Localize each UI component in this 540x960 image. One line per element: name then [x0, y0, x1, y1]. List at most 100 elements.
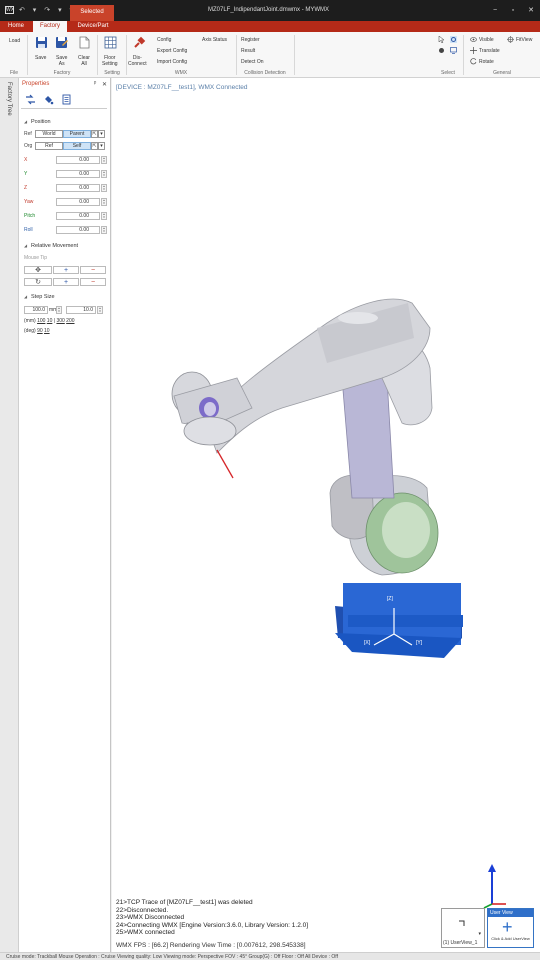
- user-view-panel[interactable]: User View + Click & Add UserView: [487, 908, 534, 948]
- maximize-button[interactable]: ▫: [506, 5, 520, 16]
- view-orientation-icon: [459, 920, 465, 926]
- context-tab-selected[interactable]: Selected: [70, 5, 114, 21]
- translate-icon: [470, 47, 477, 54]
- factory-tree-tab[interactable]: Factory Tree: [6, 82, 12, 116]
- translate-button[interactable]: Translate: [479, 48, 500, 54]
- clear-all-button[interactable]: Clear All: [78, 55, 90, 67]
- pointer-icon[interactable]: [438, 36, 445, 43]
- toolbar-divider: [21, 108, 107, 109]
- categorized-icon[interactable]: [25, 94, 36, 105]
- axis-label-x: [X]: [364, 640, 371, 646]
- mm-preset-link[interactable]: 300: [56, 318, 64, 324]
- visible-toggle[interactable]: Visible: [479, 37, 494, 43]
- step-size-title: Step Size: [31, 294, 55, 300]
- properties-panel: Properties ᵖ ✕ ◢ Position Ref World Pare…: [19, 78, 111, 952]
- ref-world-option[interactable]: World: [35, 130, 63, 138]
- robot-base: [335, 583, 463, 658]
- export-config-button[interactable]: Export Config: [157, 48, 187, 54]
- panel-title: Properties: [22, 81, 50, 87]
- org-cursor-icon[interactable]: ⇱: [91, 142, 98, 150]
- ref-dropdown-chevron-icon[interactable]: ▾: [98, 130, 105, 138]
- field-spinner-z[interactable]: ▴ ▾: [101, 184, 107, 192]
- config-button[interactable]: Config: [157, 37, 171, 43]
- relative-movement-header[interactable]: ◢ Relative Movement: [21, 242, 109, 251]
- field-input-z[interactable]: 0.00: [56, 184, 100, 192]
- select-settings-gear-icon[interactable]: [450, 36, 457, 43]
- panel-close-button[interactable]: ✕: [102, 81, 107, 88]
- group-separator: [294, 35, 295, 75]
- load-button[interactable]: Load: [9, 38, 20, 44]
- field-spinner-x[interactable]: ▴ ▾: [101, 156, 107, 164]
- move-minus-button[interactable]: −: [80, 266, 106, 274]
- minimize-button[interactable]: −: [488, 5, 502, 16]
- org-label: Org: [24, 143, 33, 149]
- step-mm-input[interactable]: 100.0: [24, 306, 48, 314]
- save-as-button[interactable]: Save As: [56, 55, 67, 67]
- rotate-minus-button[interactable]: −: [80, 278, 106, 286]
- paint-bucket-icon[interactable]: [43, 94, 54, 105]
- field-spinner-y[interactable]: ▴ ▾: [101, 170, 107, 178]
- property-pages-icon[interactable]: [61, 94, 72, 105]
- field-input-roll[interactable]: 0.00: [56, 226, 100, 234]
- tab-factory[interactable]: Factory: [33, 21, 67, 32]
- robot-arm-model[interactable]: [112, 78, 540, 952]
- collapse-triangle-icon: ◢: [24, 243, 28, 248]
- save-button[interactable]: Save: [35, 55, 46, 61]
- rotate-step-button[interactable]: ↻: [24, 278, 52, 286]
- tab-home[interactable]: Home: [0, 21, 32, 32]
- view-dropdown-chevron-icon[interactable]: ▾: [478, 931, 481, 937]
- field-input-y[interactable]: 0.00: [56, 170, 100, 178]
- step-mm-spinner[interactable]: ▴ ▾: [56, 306, 62, 314]
- side-strip: Factory Tree: [0, 78, 19, 952]
- register-button[interactable]: Register: [241, 37, 260, 43]
- move-cross-button[interactable]: ✥: [24, 266, 52, 274]
- axis-label-z: [Z]: [387, 596, 393, 602]
- org-ref-option[interactable]: Ref: [35, 142, 63, 150]
- field-spinner-roll[interactable]: ▴ ▾: [101, 226, 107, 234]
- close-window-button[interactable]: ✕: [524, 5, 538, 16]
- field-input-pitch[interactable]: 0.00: [56, 212, 100, 220]
- tab-device-part[interactable]: Device/Part: [70, 21, 116, 32]
- add-user-view-plus-icon[interactable]: +: [502, 918, 513, 936]
- mm-presets-label: (mm): [24, 318, 36, 324]
- disconnect-button[interactable]: Dis- Connect: [128, 55, 147, 67]
- move-plus-button[interactable]: +: [53, 266, 79, 274]
- deg-preset-link[interactable]: 10: [44, 328, 50, 334]
- select-region-icon[interactable]: [450, 47, 457, 54]
- field-input-yaw[interactable]: 0.00: [56, 198, 100, 206]
- group-factory-label: Factory: [53, 70, 71, 76]
- axis-status-button[interactable]: Axis Status: [202, 37, 227, 43]
- field-label-z: Z: [24, 185, 28, 191]
- mm-preset-link[interactable]: 10: [47, 318, 53, 324]
- fit-view-button[interactable]: FitView: [516, 37, 532, 43]
- step-deg-input[interactable]: 10.0: [66, 306, 96, 314]
- step-size-header[interactable]: ◢ Step Size: [21, 293, 109, 302]
- org-dropdown-chevron-icon[interactable]: ▾: [98, 142, 105, 150]
- org-self-option[interactable]: Self: [63, 142, 91, 150]
- 3d-viewport[interactable]: [DEVICE : MZ07LF__test1], WMX Connected: [112, 78, 540, 952]
- position-section-header[interactable]: ◢ Position: [21, 118, 109, 127]
- log-line: 24>Connecting WMX [Engine Version:3.6.0,…: [116, 921, 309, 929]
- rotate-button[interactable]: Rotate: [479, 59, 494, 65]
- detect-on-button[interactable]: Detect On: [241, 59, 264, 65]
- floor-setting-button[interactable]: Floor Setting: [102, 55, 118, 67]
- quick-access-toolbar[interactable]: ↶ ▾ ↷ ▾ ▾: [19, 6, 76, 14]
- step-deg-spinner[interactable]: ▴ ▾: [97, 306, 103, 314]
- view-cube[interactable]: (1) UserView_1 ▾: [441, 908, 485, 948]
- deg-preset-link[interactable]: 90: [37, 328, 43, 334]
- import-config-button[interactable]: Import Config: [157, 59, 187, 65]
- rotate-plus-button[interactable]: +: [53, 278, 79, 286]
- field-spinner-pitch[interactable]: ▴ ▾: [101, 212, 107, 220]
- field-input-x[interactable]: 0.00: [56, 156, 100, 164]
- select-object-icon[interactable]: [438, 47, 445, 54]
- field-spinner-yaw[interactable]: ▴ ▾: [101, 198, 107, 206]
- result-button[interactable]: Result: [241, 48, 255, 54]
- ref-parent-option[interactable]: Parent: [63, 130, 91, 138]
- field-label-yaw: Yaw: [24, 199, 34, 205]
- ref-cursor-icon[interactable]: ⇱: [91, 130, 98, 138]
- add-user-view-label[interactable]: Click & Add UserView: [488, 936, 533, 941]
- group-separator: [126, 35, 127, 75]
- pin-icon[interactable]: ᵖ: [94, 81, 96, 87]
- mm-preset-link[interactable]: 100: [37, 318, 45, 324]
- mm-preset-link[interactable]: 200: [66, 318, 74, 324]
